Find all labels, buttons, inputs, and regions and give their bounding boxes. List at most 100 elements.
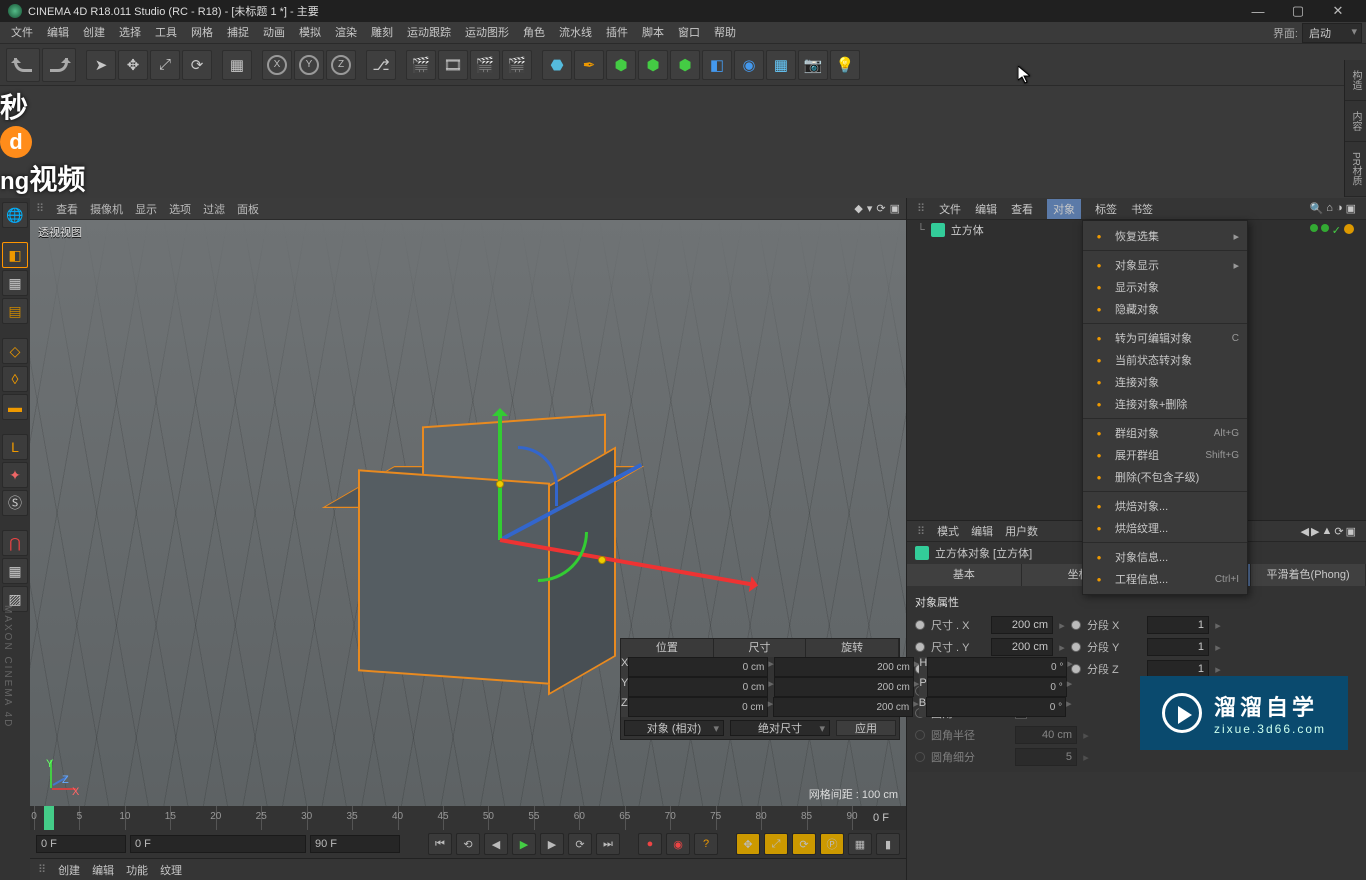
vis-render-dot[interactable] [1321, 224, 1329, 232]
coord-size-Z[interactable] [773, 697, 913, 717]
vp-icon-2[interactable]: ▾ [867, 202, 873, 215]
timeline-playhead[interactable] [44, 806, 54, 830]
coord-pos-Z[interactable] [628, 697, 768, 717]
magnet-button[interactable]: ⋂ [2, 530, 28, 556]
axis-x-toggle[interactable]: X [262, 50, 292, 80]
axis-mode-button[interactable]: L [2, 434, 28, 460]
prev-frame-button[interactable]: ◀ [484, 833, 508, 855]
poly-mode-button[interactable]: ▬ [2, 394, 28, 420]
ctx-烘焙对象...[interactable]: •烘焙对象... [1083, 495, 1247, 517]
side-tab-内容[interactable]: 内容 [1345, 101, 1366, 142]
coord-system-button[interactable]: ⎇ [366, 50, 396, 80]
key-scale-button[interactable]: ⤢ [764, 833, 788, 855]
coord-pos-Y[interactable] [628, 677, 768, 697]
mat-menu-功能[interactable]: 功能 [126, 862, 148, 878]
attr-nav-lock-icon[interactable]: ⟳ [1334, 525, 1343, 538]
menu-帮助[interactable]: 帮助 [707, 22, 743, 44]
point-mode-button[interactable]: ◇ [2, 338, 28, 364]
render-pv-button[interactable]: 🎬 [502, 50, 532, 80]
enable-check-icon[interactable]: ✓ [1332, 224, 1341, 237]
vp-menu-摄像机[interactable]: 摄像机 [90, 201, 123, 217]
menu-运动图形[interactable]: 运动图形 [458, 22, 516, 44]
maximize-button[interactable]: ▢ [1278, 3, 1318, 19]
attr-nav-new-icon[interactable]: ▣ [1346, 525, 1356, 538]
move-tool[interactable]: ✥ [118, 50, 148, 80]
phong-tag-icon[interactable] [1344, 224, 1354, 234]
menu-文件[interactable]: 文件 [4, 22, 40, 44]
spline-button[interactable]: ✒ [574, 50, 604, 80]
environment-button[interactable]: ◉ [734, 50, 764, 80]
timeline-ruler[interactable]: 051015202530354045505560657075808590 0 F [30, 806, 906, 830]
axis-z-toggle[interactable]: Z [326, 50, 356, 80]
size-x-input[interactable] [991, 616, 1053, 634]
cube-object[interactable] [358, 420, 648, 720]
ctx-对象显示[interactable]: •对象显示▸ [1083, 254, 1247, 276]
om-max-icon[interactable]: ▣ [1346, 202, 1356, 215]
coord-size-mode-select[interactable]: 绝对尺寸 [730, 720, 830, 736]
model-mode-button[interactable]: ◧ [2, 242, 28, 268]
attr-nav-back-icon[interactable]: ◀ [1301, 525, 1309, 538]
menu-工具[interactable]: 工具 [148, 22, 184, 44]
key-rot-button[interactable]: ⟳ [792, 833, 816, 855]
render-view-button[interactable]: 🎬 [406, 50, 436, 80]
om-home-icon[interactable]: ⌂ [1326, 202, 1333, 215]
coord-pos-X[interactable] [628, 657, 768, 677]
goto-start-button[interactable]: ⏮ [428, 833, 452, 855]
edge-mode-button[interactable]: ◊ [2, 366, 28, 392]
om-menu-文件[interactable]: 文件 [939, 201, 961, 217]
next-key-button[interactable]: ⟳ [568, 833, 592, 855]
rotate-tool[interactable]: ⟳ [182, 50, 212, 80]
attr-menu-编辑[interactable]: 编辑 [971, 523, 993, 539]
attr-menu-模式[interactable]: 模式 [937, 523, 959, 539]
render-settings-button[interactable]: 🎬 [470, 50, 500, 80]
scale-tool[interactable]: ⤢ [150, 50, 180, 80]
coord-rot-X[interactable] [927, 657, 1067, 677]
minimize-button[interactable]: — [1238, 4, 1278, 19]
om-menu-对象[interactable]: 对象 [1047, 199, 1081, 219]
anim-dot[interactable] [915, 620, 925, 630]
select-tool[interactable]: ➤ [86, 50, 116, 80]
seg-y-input[interactable] [1147, 638, 1209, 656]
side-tab-PR材质[interactable]: PR材质 [1345, 142, 1366, 197]
attr-nav-fwd-icon[interactable]: ▶ [1311, 525, 1319, 538]
menu-动画[interactable]: 动画 [256, 22, 292, 44]
gizmo-y-axis[interactable] [498, 410, 502, 540]
ctx-工程信息...[interactable]: •工程信息...Ctrl+I [1083, 568, 1247, 590]
seg-x-input[interactable] [1147, 616, 1209, 634]
vp-menu-过滤[interactable]: 过滤 [203, 201, 225, 217]
menu-雕刻[interactable]: 雕刻 [364, 22, 400, 44]
object-tree[interactable]: └ 立方体 ✓ •恢复选集▸•对象显示▸•显示对象•隐藏对象•转为可编辑对象C•… [907, 220, 1366, 520]
menu-脚本[interactable]: 脚本 [635, 22, 671, 44]
anim-dot[interactable] [1071, 642, 1081, 652]
menu-流水线[interactable]: 流水线 [552, 22, 599, 44]
attr-nav-up-icon[interactable]: ▲ [1321, 525, 1332, 538]
undo-button[interactable] [6, 48, 40, 82]
vp-menu-查看[interactable]: 查看 [56, 201, 78, 217]
gizmo-knob-x[interactable] [598, 556, 606, 564]
ctx-删除(不包含子级)[interactable]: •删除(不包含子级) [1083, 466, 1247, 488]
ctx-展开群组[interactable]: •展开群组Shift+G [1083, 444, 1247, 466]
snap-button[interactable]: Ⓢ [2, 490, 28, 516]
om-menu-书签[interactable]: 书签 [1131, 201, 1153, 217]
vis-editor-dot[interactable] [1310, 224, 1318, 232]
light-button[interactable]: 💡 [830, 50, 860, 80]
coord-size-X[interactable] [774, 657, 914, 677]
scene-button[interactable]: ▦ [766, 50, 796, 80]
workplane-button[interactable]: ▤ [2, 298, 28, 324]
camera-button[interactable]: 📷 [798, 50, 828, 80]
coord-rot-Y[interactable] [927, 677, 1067, 697]
close-button[interactable]: ✕ [1318, 3, 1358, 19]
attr-tab-平滑着色(Phong)[interactable]: 平滑着色(Phong) [1251, 564, 1366, 586]
next-frame-button[interactable]: ▶ [540, 833, 564, 855]
cube-primitive-button[interactable]: ⬣ [542, 50, 572, 80]
menu-编辑[interactable]: 编辑 [40, 22, 76, 44]
deformer-button[interactable]: ◧ [702, 50, 732, 80]
axis-y-toggle[interactable]: Y [294, 50, 324, 80]
layout-selector[interactable]: 启动 [1302, 23, 1362, 43]
prev-key-button[interactable]: ⟲ [456, 833, 480, 855]
ctx-恢复选集[interactable]: •恢复选集▸ [1083, 225, 1247, 247]
key-options-button[interactable]: ? [694, 833, 718, 855]
key-param-button[interactable]: Ⓟ [820, 833, 844, 855]
coord-space-select[interactable]: 对象 (相对) [624, 720, 724, 736]
om-search-icon[interactable]: 🔍 [1310, 202, 1324, 215]
